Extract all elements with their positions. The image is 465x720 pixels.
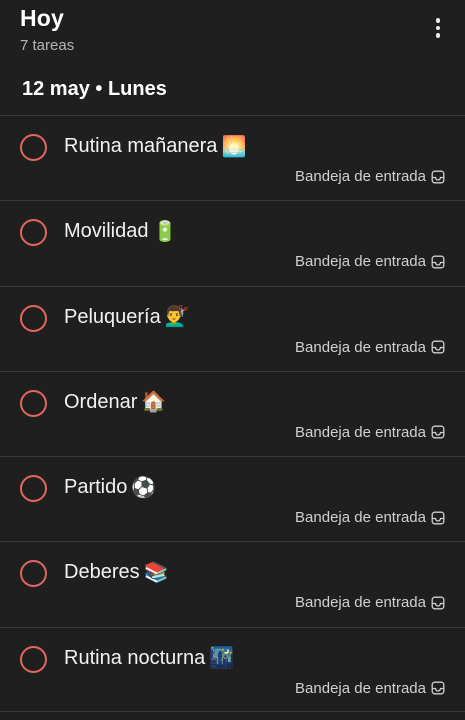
task-title: Partido xyxy=(64,476,128,499)
task-title: Deberes xyxy=(64,561,140,584)
task-project[interactable]: Bandeja de entrada xyxy=(295,168,445,185)
task-checkbox[interactable] xyxy=(20,304,47,332)
task-emoji: 🔋 xyxy=(152,220,178,243)
inbox-icon xyxy=(431,255,445,269)
project-label: Bandeja de entrada xyxy=(295,168,426,185)
task-checkbox[interactable] xyxy=(20,560,47,588)
task-project[interactable]: Bandeja de entrada xyxy=(295,424,445,441)
task-item[interactable]: Deberes 📚 Bandeja de entrada xyxy=(0,541,465,626)
task-item[interactable]: Partido ⚽ Bandeja de entrada xyxy=(0,456,465,541)
project-label: Bandeja de entrada xyxy=(295,253,426,271)
project-label: Bandeja de entrada xyxy=(295,509,426,527)
task-item[interactable]: Rutina mañanera 🌅 Bandeja de entrada xyxy=(0,115,465,200)
task-emoji: ⚽ xyxy=(131,476,157,499)
task-emoji: 🌃 xyxy=(209,647,235,670)
inbox-icon xyxy=(431,681,445,695)
task-project[interactable]: Bandeja de entrada xyxy=(295,339,445,356)
task-title: Movilidad xyxy=(64,220,149,243)
inbox-icon xyxy=(431,511,445,525)
task-content[interactable]: Movilidad 🔋 xyxy=(64,220,177,243)
task-item[interactable]: Movilidad 🔋 Bandeja de entrada xyxy=(0,200,465,285)
date-section-header: 12 may • Lunes xyxy=(22,78,167,100)
more-vert-icon-dot xyxy=(435,33,441,38)
more-vert-icon xyxy=(435,18,441,23)
top-app-bar: Hoy 7 tareas xyxy=(0,0,465,62)
project-label: Bandeja de entrada xyxy=(295,423,426,441)
task-title: Rutina nocturna xyxy=(64,646,206,669)
task-project[interactable]: Bandeja de entrada xyxy=(295,253,445,270)
task-emoji: 🌅 xyxy=(221,135,247,158)
task-checkbox[interactable] xyxy=(20,645,47,673)
inbox-icon xyxy=(431,596,445,610)
task-title: Ordenar xyxy=(64,390,138,413)
task-checkbox[interactable] xyxy=(20,389,47,417)
task-checkbox[interactable] xyxy=(20,475,47,503)
project-label: Bandeja de entrada xyxy=(295,679,426,697)
task-content[interactable]: Rutina nocturna 🌃 xyxy=(64,647,234,670)
task-count: 7 tareas xyxy=(20,37,75,54)
inbox-icon xyxy=(431,425,445,439)
inbox-icon xyxy=(431,340,445,354)
project-label: Bandeja de entrada xyxy=(295,594,426,612)
task-list: Rutina mañanera 🌅 Bandeja de entrada Mov… xyxy=(0,115,465,713)
task-content[interactable]: Deberes 📚 xyxy=(64,561,169,584)
task-emoji: 🏠 xyxy=(141,391,167,414)
task-title: Rutina mañanera xyxy=(64,135,218,157)
page-title: Hoy xyxy=(20,5,65,31)
task-project[interactable]: Bandeja de entrada xyxy=(295,594,445,611)
task-project[interactable]: Bandeja de entrada xyxy=(295,509,445,526)
task-checkbox[interactable] xyxy=(20,219,47,247)
task-emoji: 💇‍♂️ xyxy=(164,306,190,329)
task-item[interactable]: Peluquería 💇‍♂️ Bandeja de entrada xyxy=(0,285,465,371)
task-content[interactable]: Partido ⚽ xyxy=(64,476,156,499)
task-item[interactable]: Ordenar 🏠 Bandeja de entrada xyxy=(0,370,465,456)
task-title: Peluquería xyxy=(64,305,161,328)
project-label: Bandeja de entrada xyxy=(295,338,426,356)
more-options-button[interactable] xyxy=(424,14,452,42)
task-project[interactable]: Bandeja de entrada xyxy=(295,680,445,697)
task-emoji: 📚 xyxy=(143,561,169,584)
task-content[interactable]: Ordenar 🏠 xyxy=(64,391,166,414)
task-checkbox[interactable] xyxy=(20,134,47,161)
task-content[interactable]: Rutina mañanera 🌅 xyxy=(64,135,246,158)
inbox-icon xyxy=(431,170,445,183)
task-item[interactable]: Rutina nocturna 🌃 Bandeja de entrada xyxy=(0,626,465,713)
more-vert-icon-dot xyxy=(435,25,441,31)
task-content[interactable]: Peluquería 💇‍♂️ xyxy=(64,306,190,329)
